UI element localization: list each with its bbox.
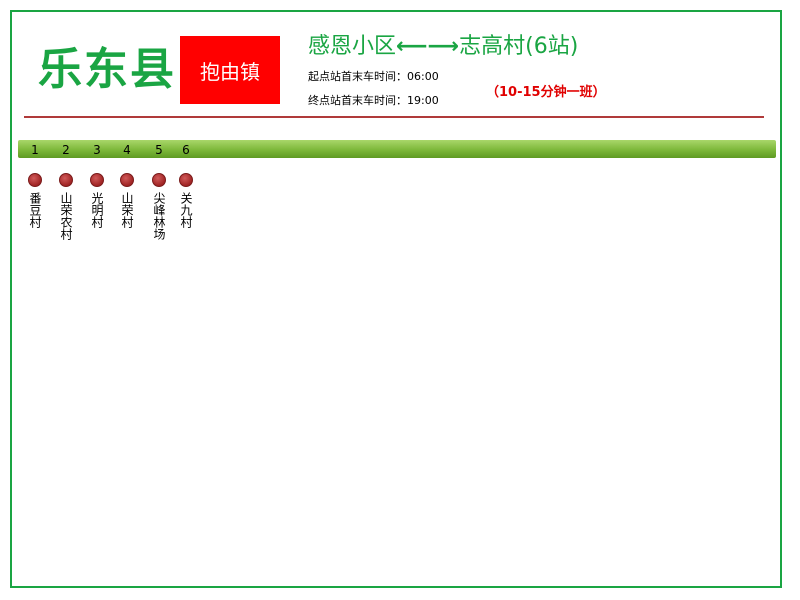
route-to: 志高村 (459, 34, 526, 59)
route-from: 感恩小区 (308, 34, 397, 59)
stop-marker-icon (28, 173, 42, 187)
route-title: 感恩小区⟵⟶志高村(6站) (308, 28, 578, 60)
bidirectional-arrow-icon: ⟵⟶ (396, 34, 460, 59)
stop-3: 3 光明村 (82, 143, 112, 228)
stop-marker-icon (120, 173, 134, 187)
header-divider (24, 116, 764, 118)
town-label: 抱由镇 (180, 36, 280, 104)
county-title: 乐东县 (38, 44, 176, 95)
stop-marker-icon (59, 173, 73, 187)
stop-name: 山荣农村 (59, 192, 73, 240)
stop-number: 2 (62, 143, 70, 157)
stop-name: 番豆村 (28, 192, 42, 228)
stop-marker-icon (90, 173, 104, 187)
stop-5: 5 尖峰林场 (144, 143, 174, 240)
stop-number: 1 (31, 143, 39, 157)
stop-name: 尖峰林场 (152, 192, 166, 240)
stop-number: 6 (182, 143, 190, 157)
stop-number: 3 (93, 143, 101, 157)
stop-6: 6 关九村 (171, 143, 201, 228)
stop-name: 关九村 (179, 192, 193, 228)
stop-1: 1 番豆村 (20, 143, 50, 228)
stop-4: 4 山荣村 (112, 143, 142, 228)
stop-number: 4 (123, 143, 131, 157)
stop-number: 5 (155, 143, 163, 157)
stop-marker-icon (179, 173, 193, 187)
stop-name: 山荣村 (120, 192, 134, 228)
route-stop-count: (6站) (525, 34, 579, 59)
stop-name: 光明村 (90, 192, 104, 228)
end-station-times: 终点站首末车时间：19:00 (308, 94, 439, 107)
town-name: 抱由镇 (200, 59, 260, 84)
start-station-times: 起点站首末车时间：06:00 (308, 70, 439, 83)
frequency-note: （10-15分钟一班） (486, 85, 606, 100)
stop-2: 2 山荣农村 (51, 143, 81, 240)
stop-marker-icon (152, 173, 166, 187)
